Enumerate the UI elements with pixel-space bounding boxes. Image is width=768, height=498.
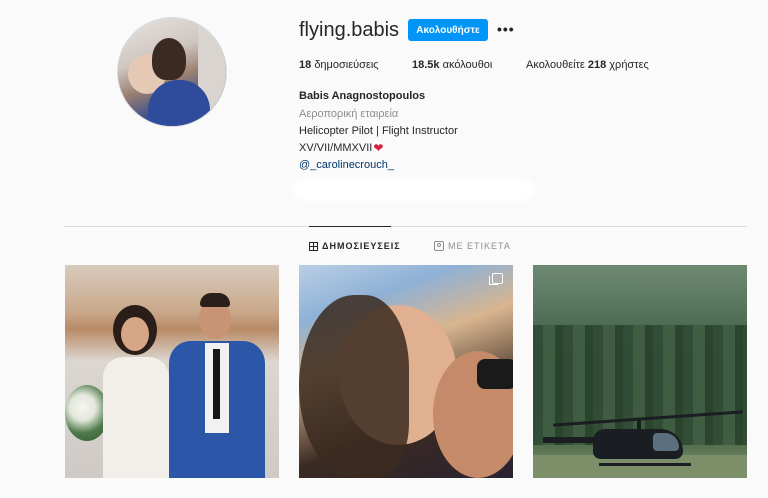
active-tab-indicator	[309, 226, 391, 227]
following-label: χρήστες	[609, 59, 649, 71]
posts-label: δημοσιεύσεις	[314, 59, 379, 71]
bride-face	[121, 317, 149, 351]
bride-dress	[103, 357, 169, 478]
profile-avatar[interactable]	[117, 17, 227, 127]
follow-button[interactable]: Ακολουθήστε	[408, 19, 488, 41]
heart-icon: ❤	[373, 140, 384, 155]
woman-hair	[299, 295, 409, 478]
groom-tie	[213, 349, 220, 419]
avatar-hair	[152, 38, 186, 80]
tabs-divider	[64, 226, 747, 227]
followers-stat[interactable]: 18.5k ακόλουθοι	[412, 59, 492, 71]
tab-tagged-label: ΜΕ ΕΤΙΚΕΤΑ	[448, 241, 511, 251]
bio-line-1: Helicopter Pilot | Flight Instructor	[299, 125, 458, 137]
tag-icon	[434, 241, 444, 251]
groom-hair	[200, 293, 230, 307]
tab-tagged[interactable]: ΜΕ ΕΤΙΚΕΤΑ	[434, 241, 511, 251]
grid-icon	[309, 241, 318, 251]
tab-posts-label: ΔΗΜΟΣΙΕΥΣΕΙΣ	[322, 241, 401, 251]
tab-posts[interactable]: ΔΗΜΟΣΙΕΥΣΕΙΣ	[309, 241, 401, 251]
post-thumbnail-selfie[interactable]	[299, 265, 513, 478]
following-prefix: Ακολουθείτε	[526, 59, 585, 71]
following-count: 218	[587, 59, 607, 71]
posts-count-stat: 18 δημοσιεύσεις	[299, 59, 379, 71]
multiple-photos-icon	[489, 273, 503, 285]
bio-mention-link[interactable]: @_carolinecrouch_	[299, 159, 394, 171]
more-options-icon[interactable]: •••	[497, 22, 515, 36]
profile-full-name: Babis Anagnostopoulos	[299, 90, 426, 102]
helicopter-mast	[637, 419, 641, 431]
post-thumbnail-wedding[interactable]	[65, 265, 279, 478]
redacted-area	[297, 183, 531, 197]
followers-count: 18.5k	[412, 59, 440, 71]
followers-label: ακόλουθοι	[442, 59, 493, 71]
profile-category: Αεροπορική εταιρεία	[299, 108, 399, 120]
bio-line-2: XV/VII/MMXVII ❤	[299, 140, 384, 155]
profile-username: flying.babis	[299, 19, 400, 41]
helicopter-skid	[599, 463, 691, 466]
post-thumbnail-helicopter[interactable]	[533, 265, 747, 478]
following-stat[interactable]: Ακολουθείτε 218 χρήστες	[526, 59, 649, 71]
bio-date: XV/VII/MMXVII	[299, 142, 373, 154]
posts-count: 18	[299, 59, 312, 71]
sunglasses	[477, 359, 513, 389]
